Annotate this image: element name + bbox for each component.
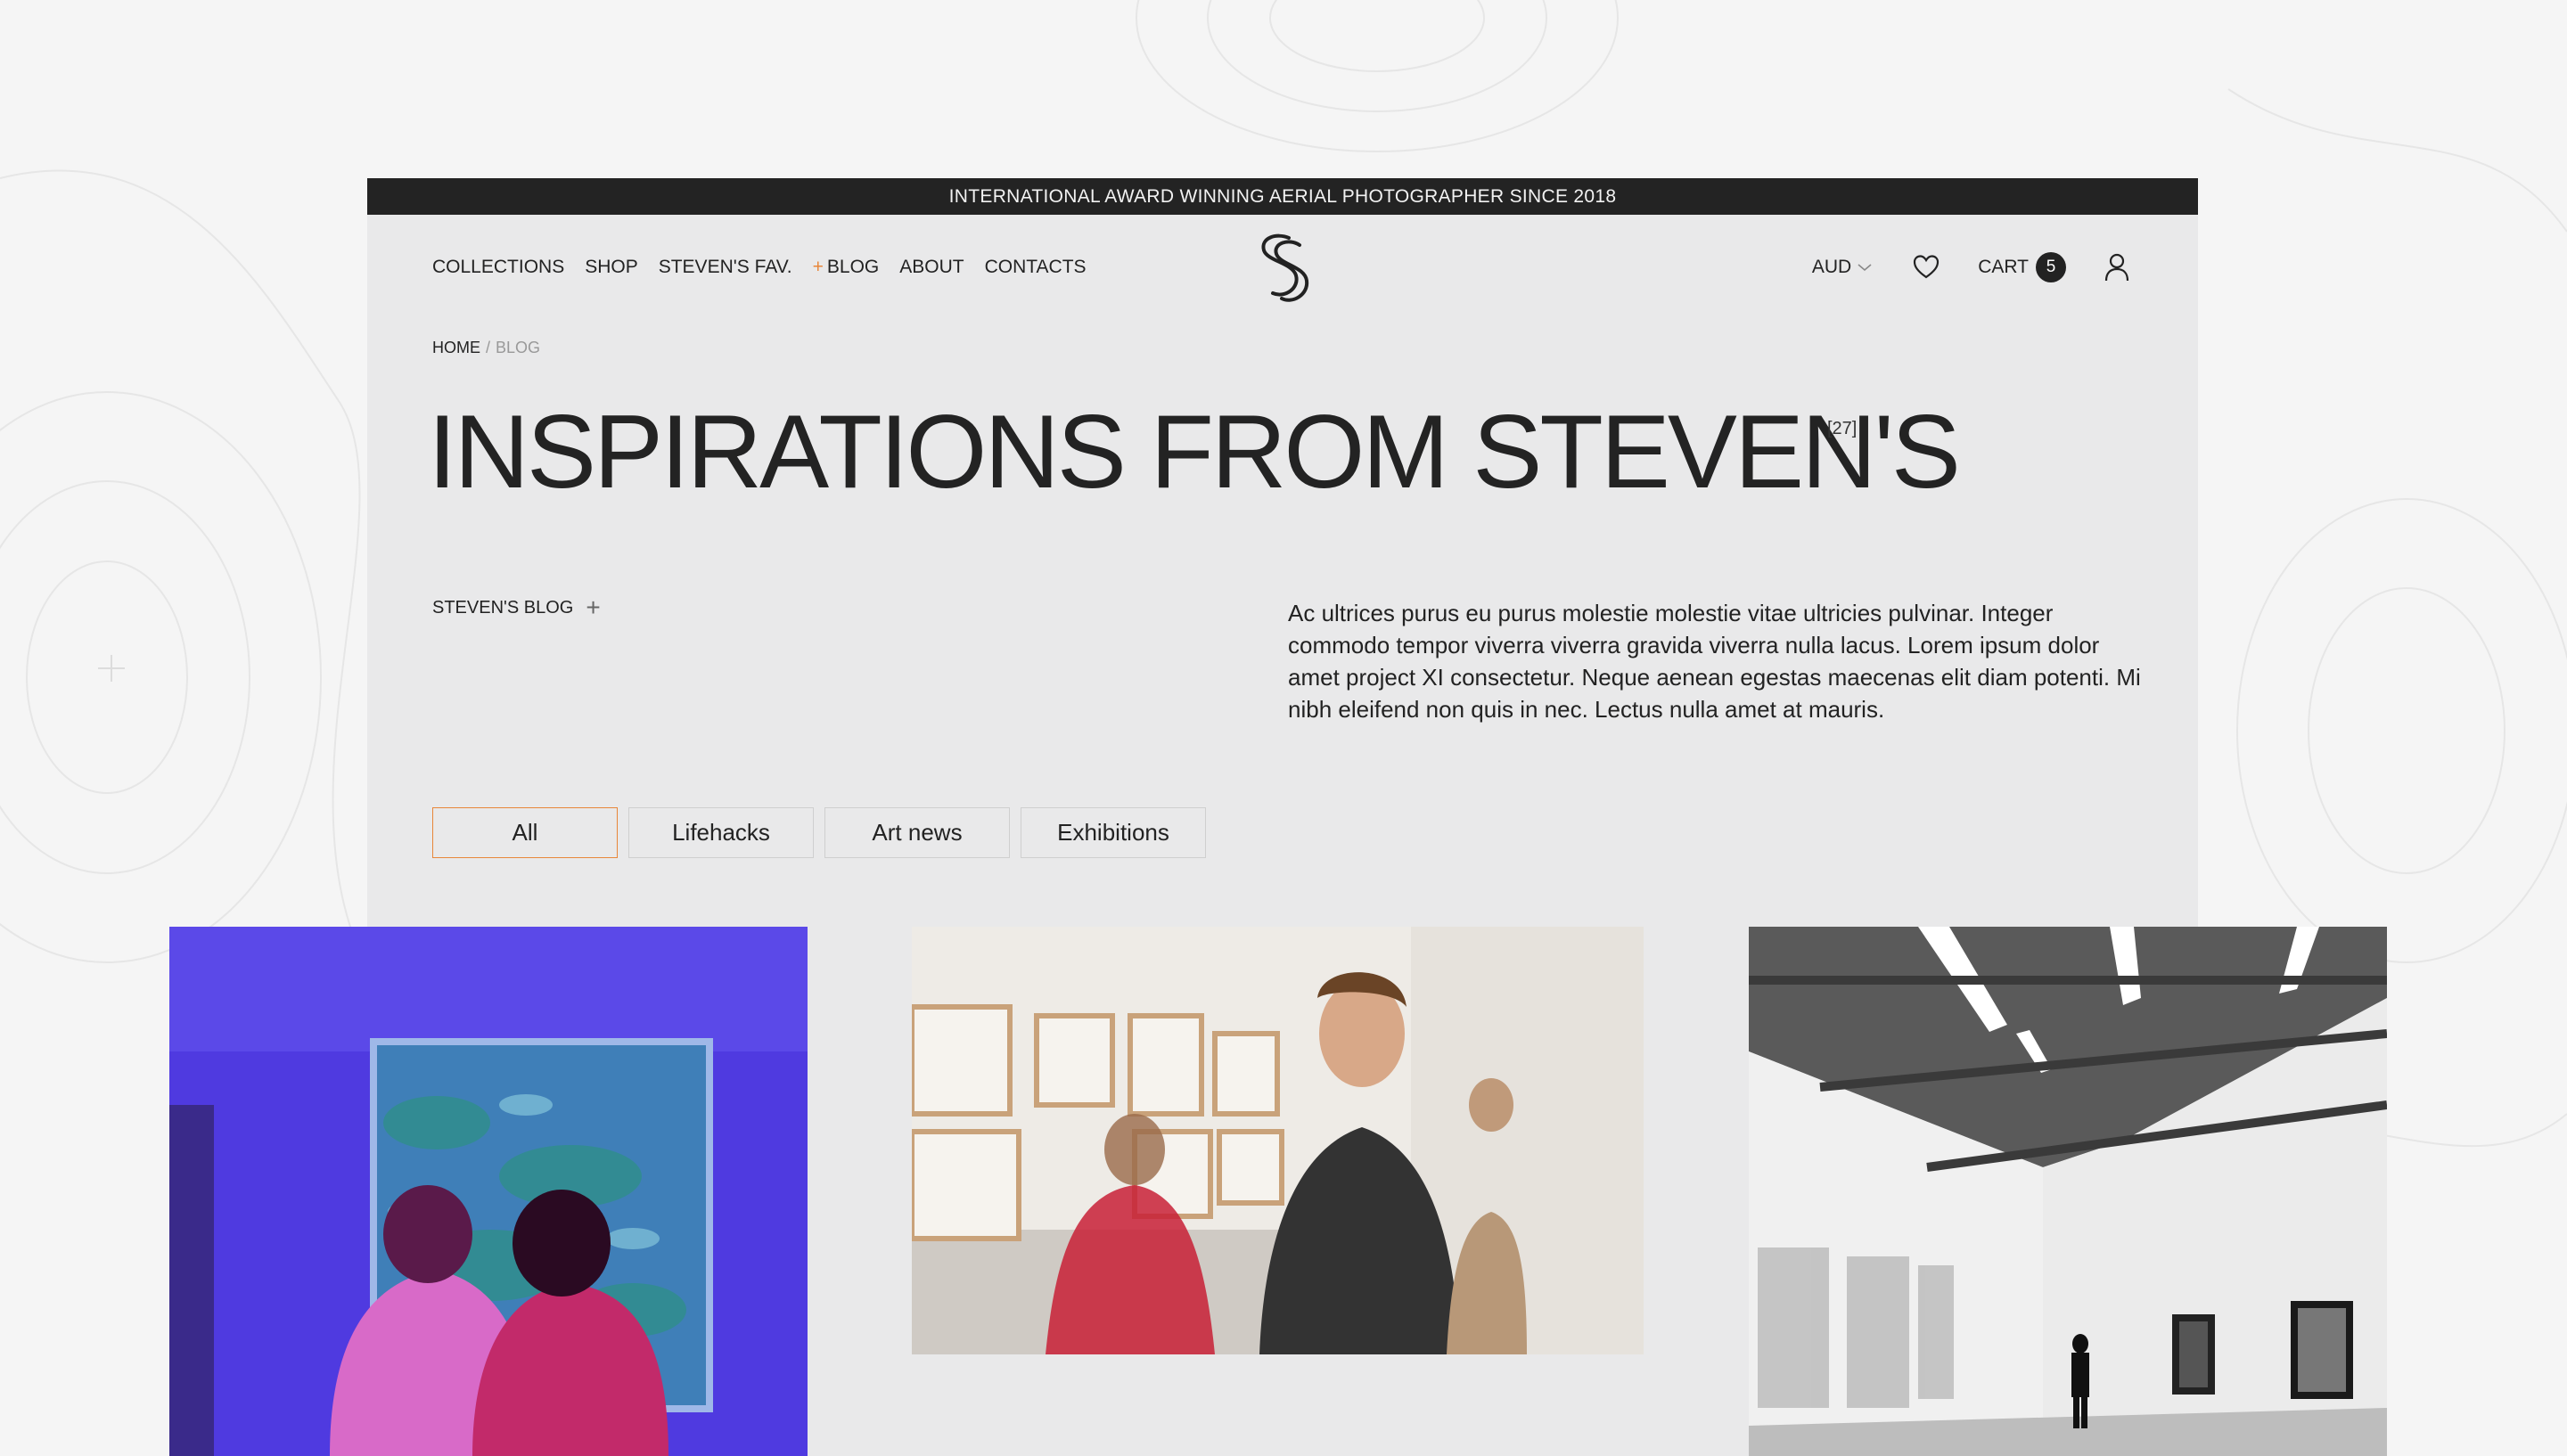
breadcrumb-current: BLOG [496,339,541,356]
filter-all[interactable]: All [432,807,618,858]
nav-item-stevens-fav[interactable]: STEVEN'S FAV. [659,257,792,278]
blog-card-image-gallery-visitors[interactable] [912,927,1644,1354]
ss-monogram-logo[interactable] [1253,233,1312,304]
breadcrumb-home[interactable]: HOME [432,339,480,356]
main-nav: COLLECTIONS SHOP STEVEN'S FAV. + BLOG ABO… [432,257,1107,278]
post-count: [27] [1827,419,1858,438]
category-filters: All Lifehacks Art news Exhibitions [432,807,1206,858]
nav-item-contacts[interactable]: CONTACTS [985,257,1087,278]
photo-modern-gallery-hall [1749,927,2387,1456]
active-marker: + [812,257,824,277]
page-title: INSPIRATIONS FROM STEVEN'S [428,393,1961,510]
nav-item-blog-label: BLOG [826,257,880,277]
nav-item-shop[interactable]: SHOP [585,257,638,278]
cart-count-badge: 5 [2036,252,2066,282]
main-header: COLLECTIONS SHOP STEVEN'S FAV. + BLOG ABO… [367,215,2198,320]
nav-item-about[interactable]: ABOUT [899,257,964,278]
blog-card-image-white-gallery[interactable] [1749,927,2387,1456]
plus-icon: + [586,593,601,621]
user-icon[interactable] [2104,252,2130,282]
header-actions: AUD CART 5 [1812,215,2130,320]
blog-card-image-monet-gallery[interactable] [169,927,808,1456]
filter-lifehacks[interactable]: Lifehacks [628,807,814,858]
cart-button[interactable]: CART 5 [1978,252,2066,282]
blog-section-toggle[interactable]: STEVEN'S BLOG + [432,595,601,620]
announcement-bar: INTERNATIONAL AWARD WINNING AERIAL PHOTO… [367,178,2198,215]
intro-paragraph: Ac ultrices purus eu purus molestie mole… [1288,600,2141,723]
nav-item-collections[interactable]: COLLECTIONS [432,257,564,278]
filter-art-news[interactable]: Art news [824,807,1010,858]
breadcrumb-separator: / [486,339,491,356]
chevron-down-icon [1858,264,1872,272]
filter-exhibitions[interactable]: Exhibitions [1021,807,1206,858]
nav-item-blog[interactable]: + BLOG [813,257,880,278]
photo-visitors-viewing-painting [169,927,808,1456]
announcement-text: INTERNATIONAL AWARD WINNING AERIAL PHOTO… [948,185,1617,207]
heart-icon[interactable] [1912,253,1940,282]
breadcrumb: HOME / BLOG [432,339,540,357]
blog-section-label: STEVEN'S BLOG [432,597,574,618]
currency-selector[interactable]: AUD [1812,257,1873,278]
currency-value: AUD [1811,257,1852,277]
photo-gallery-walkers [912,927,1644,1354]
cart-label: CART [1978,257,2029,277]
